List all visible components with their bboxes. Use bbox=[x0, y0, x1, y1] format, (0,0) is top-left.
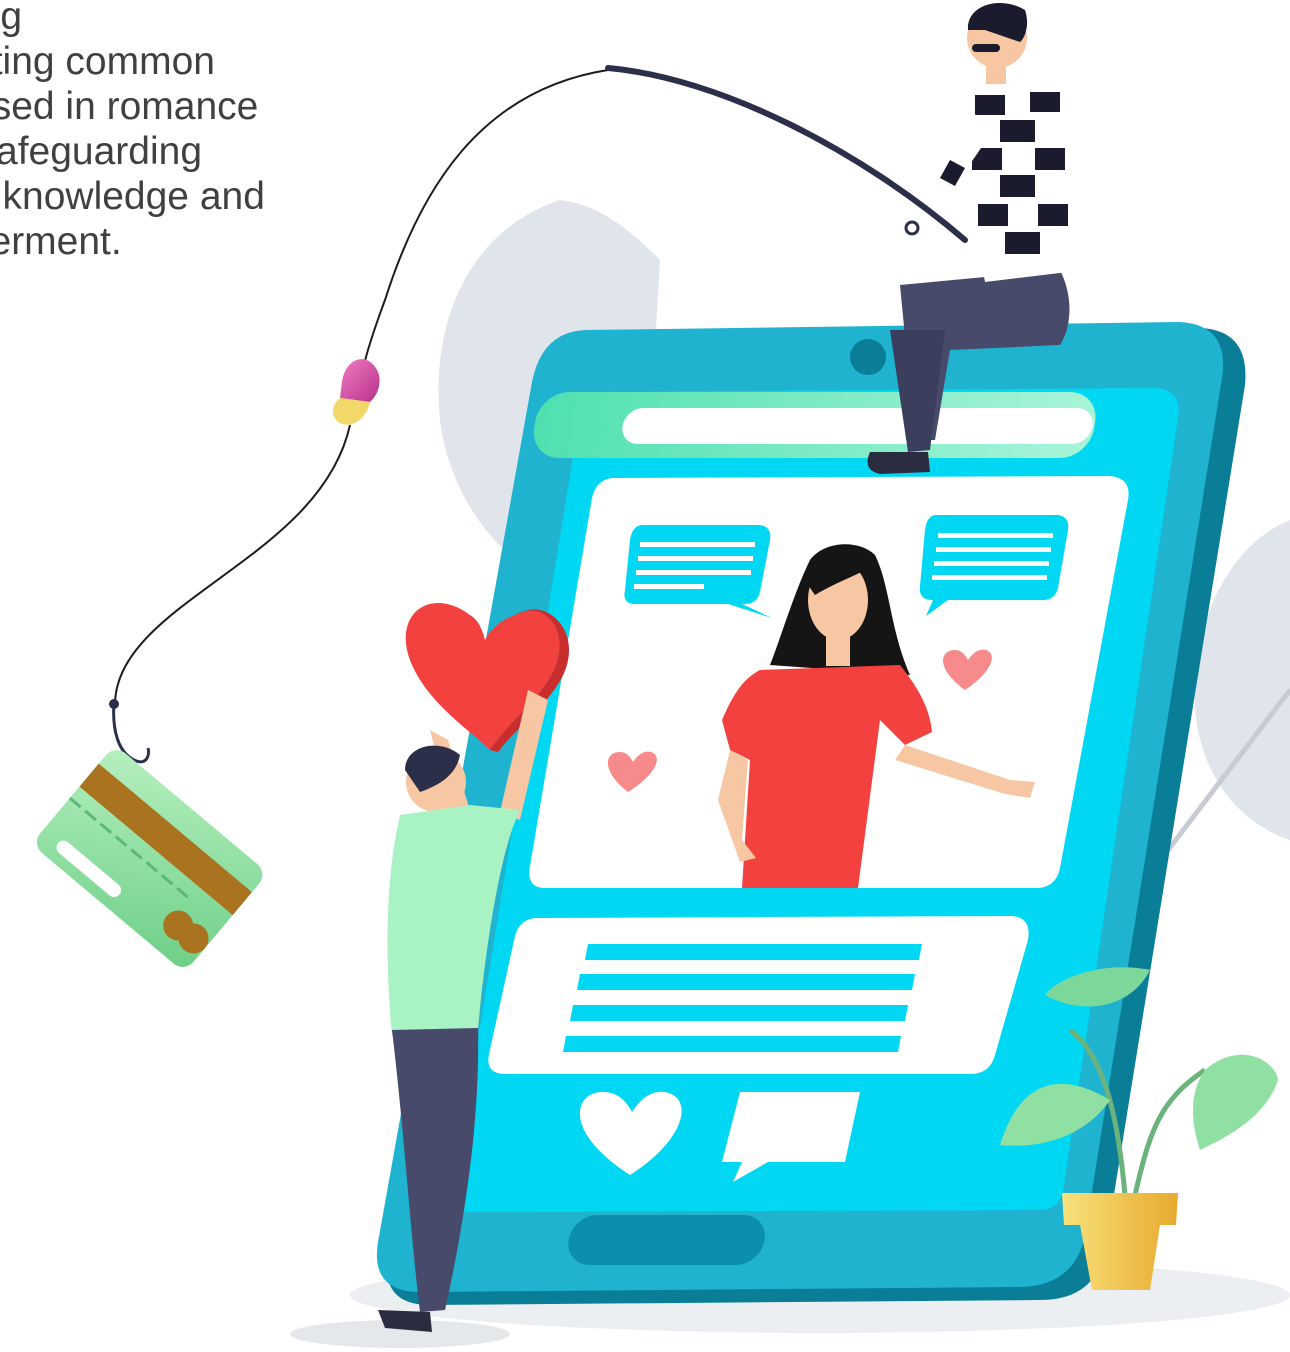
phone-search-bar bbox=[622, 408, 1093, 444]
fishing-reel bbox=[904, 220, 920, 236]
fishing-rod-icon bbox=[605, 65, 968, 243]
phone-camera bbox=[850, 339, 886, 375]
fishing-bobber bbox=[332, 359, 380, 425]
romance-scam-illustration bbox=[36, 2, 1290, 1348]
phone-home-button bbox=[568, 1215, 765, 1265]
credit-card-icon bbox=[36, 750, 263, 967]
